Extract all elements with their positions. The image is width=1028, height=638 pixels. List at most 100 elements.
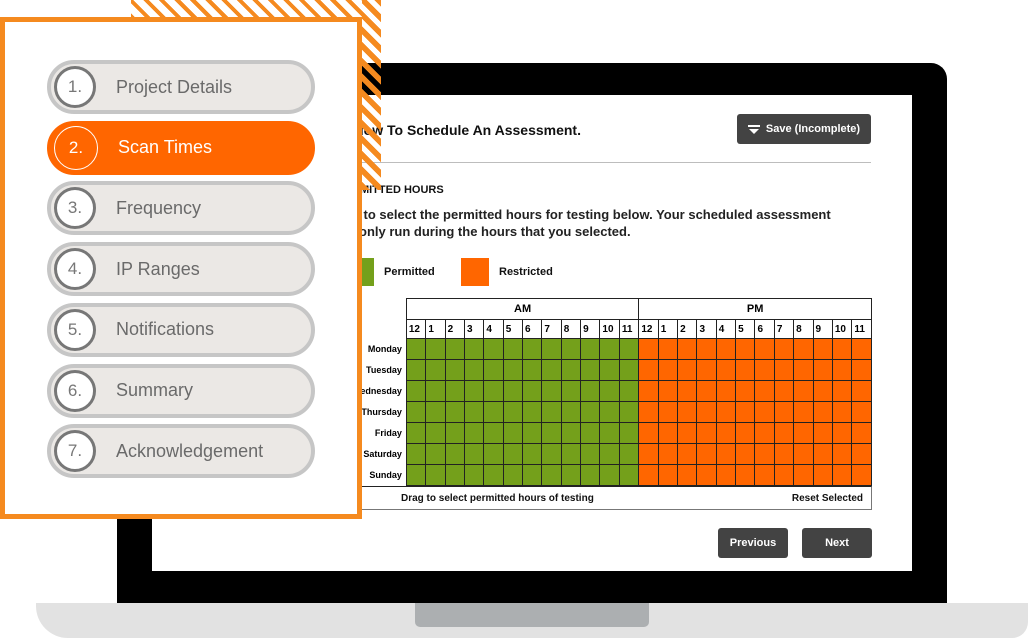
hour-cell-permitted[interactable]: [405, 359, 427, 381]
hour-cell-restricted[interactable]: [812, 401, 833, 423]
hour-cell-restricted[interactable]: [754, 422, 775, 444]
hour-cell-restricted[interactable]: [831, 422, 853, 444]
hour-cell-permitted[interactable]: [618, 338, 640, 360]
hour-cell-permitted[interactable]: [502, 380, 524, 402]
step-acknowledgement[interactable]: 7. Acknowledgement: [47, 424, 315, 479]
hour-cell-restricted[interactable]: [793, 422, 814, 444]
previous-button[interactable]: Previous: [718, 528, 788, 558]
hour-cell-permitted[interactable]: [483, 464, 504, 486]
hour-cell-restricted[interactable]: [812, 380, 833, 402]
hour-cell-restricted[interactable]: [638, 443, 659, 465]
hour-cell-permitted[interactable]: [599, 422, 620, 444]
hour-cell-restricted[interactable]: [831, 401, 853, 423]
hour-cell-restricted[interactable]: [793, 380, 814, 402]
hour-cell-restricted[interactable]: [793, 443, 814, 465]
hour-cell-restricted[interactable]: [793, 359, 814, 381]
hour-cell-restricted[interactable]: [831, 338, 853, 360]
hour-cell-permitted[interactable]: [444, 359, 466, 381]
step-project-details[interactable]: 1. Project Details: [47, 60, 315, 114]
hour-cell-restricted[interactable]: [735, 359, 756, 381]
hour-cell-restricted[interactable]: [812, 464, 833, 486]
hour-cell-permitted[interactable]: [425, 422, 446, 444]
hour-cell-permitted[interactable]: [618, 443, 640, 465]
hour-cell-restricted[interactable]: [831, 464, 853, 486]
step-summary[interactable]: 6. Summary: [47, 363, 315, 418]
hour-cell-permitted[interactable]: [541, 464, 562, 486]
hour-cell-permitted[interactable]: [425, 338, 446, 360]
hour-cell-permitted[interactable]: [463, 338, 485, 360]
hour-cell-permitted[interactable]: [405, 338, 427, 360]
hour-cell-restricted[interactable]: [754, 443, 775, 465]
hour-cell-restricted[interactable]: [773, 338, 795, 360]
hour-cell-permitted[interactable]: [560, 359, 582, 381]
hour-cell-permitted[interactable]: [444, 338, 466, 360]
reset-selected-button[interactable]: Reset Selected: [792, 493, 863, 504]
hour-cell-restricted[interactable]: [754, 401, 775, 423]
step-ip-ranges[interactable]: 4. IP Ranges: [47, 242, 315, 297]
hour-cell-permitted[interactable]: [502, 443, 524, 465]
hour-cell-restricted[interactable]: [812, 338, 833, 360]
schedule-grid[interactable]: AM PM 12 1 2 3 4 5 6 7 8 9 10 11 12 1 2 3 4 5 6 7 8 9 10 11 Mon…: [352, 298, 872, 510]
hour-cell-permitted[interactable]: [425, 464, 446, 486]
hour-cell-permitted[interactable]: [560, 401, 582, 423]
step-frequency[interactable]: 3. Frequency: [47, 181, 315, 236]
hour-cell-permitted[interactable]: [502, 464, 524, 486]
hour-cell-restricted[interactable]: [831, 359, 853, 381]
hour-cell-restricted[interactable]: [677, 359, 698, 381]
hour-cell-permitted[interactable]: [618, 422, 640, 444]
hour-cell-permitted[interactable]: [425, 380, 446, 402]
hour-cell-permitted[interactable]: [522, 443, 543, 465]
hour-cell-restricted[interactable]: [773, 380, 795, 402]
hour-cell-restricted[interactable]: [812, 359, 833, 381]
hour-cell-permitted[interactable]: [463, 401, 485, 423]
hour-cell-permitted[interactable]: [541, 338, 562, 360]
hour-cell-restricted[interactable]: [735, 422, 756, 444]
hour-cell-permitted[interactable]: [541, 422, 562, 444]
hour-cell-permitted[interactable]: [483, 401, 504, 423]
hour-cell-permitted[interactable]: [580, 380, 601, 402]
hour-cell-permitted[interactable]: [618, 464, 640, 486]
hour-cell-permitted[interactable]: [541, 401, 562, 423]
hour-cell-restricted[interactable]: [677, 401, 698, 423]
hour-cell-permitted[interactable]: [483, 380, 504, 402]
hour-cell-permitted[interactable]: [599, 401, 620, 423]
hour-cell-permitted[interactable]: [463, 422, 485, 444]
step-scan-times[interactable]: 2. Scan Times: [47, 120, 315, 175]
hour-cell-permitted[interactable]: [618, 359, 640, 381]
step-notifications[interactable]: 5. Notifications: [47, 302, 315, 357]
hour-cell-restricted[interactable]: [773, 422, 795, 444]
hour-cell-permitted[interactable]: [599, 464, 620, 486]
hour-cell-permitted[interactable]: [502, 401, 524, 423]
hour-cell-restricted[interactable]: [851, 359, 872, 381]
hour-cell-permitted[interactable]: [580, 443, 601, 465]
hour-cell-permitted[interactable]: [483, 422, 504, 444]
hour-cell-restricted[interactable]: [657, 464, 679, 486]
hour-cell-restricted[interactable]: [735, 464, 756, 486]
hour-cell-permitted[interactable]: [502, 338, 524, 360]
hour-cell-restricted[interactable]: [638, 338, 659, 360]
hour-cell-permitted[interactable]: [463, 443, 485, 465]
hour-cell-restricted[interactable]: [696, 401, 717, 423]
hour-cell-permitted[interactable]: [444, 380, 466, 402]
hour-cell-restricted[interactable]: [677, 380, 698, 402]
hour-cell-permitted[interactable]: [522, 401, 543, 423]
hour-cell-restricted[interactable]: [735, 338, 756, 360]
next-button[interactable]: Next: [802, 528, 872, 558]
hour-cell-permitted[interactable]: [522, 422, 543, 444]
hour-cell-permitted[interactable]: [463, 359, 485, 381]
hour-cell-restricted[interactable]: [657, 359, 679, 381]
hour-cell-permitted[interactable]: [599, 338, 620, 360]
hour-cell-permitted[interactable]: [541, 359, 562, 381]
hour-cell-restricted[interactable]: [735, 443, 756, 465]
hour-cell-restricted[interactable]: [773, 359, 795, 381]
hour-cell-restricted[interactable]: [638, 380, 659, 402]
hour-cell-restricted[interactable]: [696, 443, 717, 465]
hour-cell-permitted[interactable]: [599, 443, 620, 465]
hour-cell-restricted[interactable]: [677, 422, 698, 444]
hour-cell-restricted[interactable]: [773, 401, 795, 423]
hour-cell-restricted[interactable]: [831, 380, 853, 402]
hour-cell-permitted[interactable]: [522, 359, 543, 381]
hour-cell-restricted[interactable]: [851, 338, 872, 360]
hour-cell-restricted[interactable]: [793, 464, 814, 486]
hour-cell-restricted[interactable]: [715, 443, 737, 465]
